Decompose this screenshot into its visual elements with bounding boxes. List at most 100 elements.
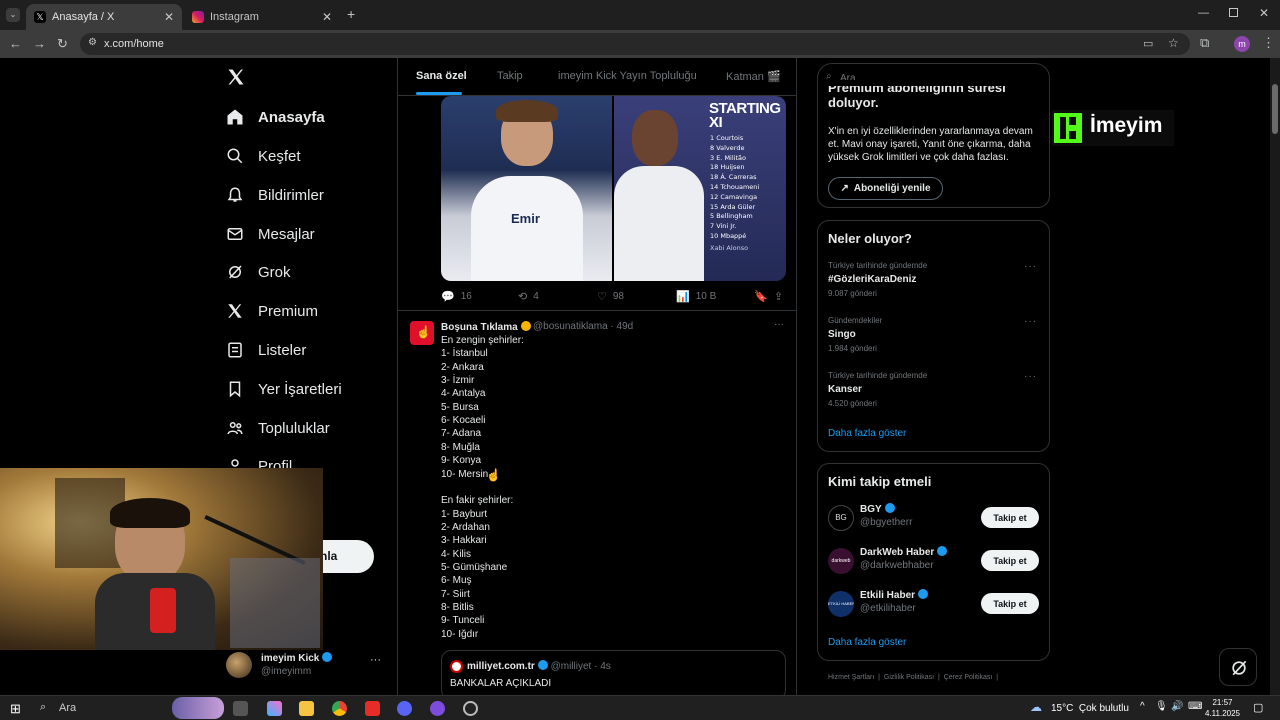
trend-topic: #GözleriKaraDeniz: [828, 274, 917, 285]
nav-premium[interactable]: Premium: [226, 297, 318, 325]
taskbar-search-icon[interactable]: ⌕: [40, 701, 46, 714]
tab-for-you[interactable]: Sana özel: [416, 70, 467, 82]
start-icon[interactable]: ⊞: [10, 701, 21, 717]
tweet-media[interactable]: Emir STARTING XI 1 Courtois 8 Valverde 3…: [441, 96, 786, 281]
tweet-text-line: En fakir şehirler:: [441, 495, 514, 507]
tray-chevron-icon[interactable]: ^: [1140, 701, 1145, 712]
nav-lists[interactable]: Listeler: [226, 336, 306, 364]
tab-following[interactable]: Takip: [497, 70, 523, 82]
trend-item[interactable]: Türkiye tarihinde gündemde #GözleriKaraD…: [818, 259, 1049, 309]
discord-icon[interactable]: [397, 701, 412, 716]
close-window-button[interactable]: ✕: [1259, 6, 1269, 20]
bookmark-action[interactable]: 🔖: [754, 290, 774, 303]
back-icon[interactable]: ←: [9, 36, 22, 51]
browser-tab-x[interactable]: 𝕏 Anasayfa / X ✕: [26, 4, 182, 30]
footer-link[interactable]: Hizmet Şartları: [828, 674, 874, 681]
close-icon[interactable]: ✕: [322, 10, 332, 24]
like-action[interactable]: ♡ 98: [597, 290, 624, 303]
site-info-icon[interactable]: ⚙: [88, 37, 97, 48]
restore-button[interactable]: [1229, 8, 1238, 17]
nav-communities[interactable]: Topluluklar: [226, 414, 330, 442]
repost-action[interactable]: ⟲ 4: [518, 290, 539, 303]
page-scrollbar[interactable]: [1270, 58, 1280, 695]
trends-show-more-link[interactable]: Daha fazla göster: [828, 428, 906, 439]
renew-subscription-button[interactable]: ↗ Aboneliği yenile: [828, 177, 943, 200]
more-icon[interactable]: ···: [774, 319, 784, 330]
copilot-icon[interactable]: [267, 701, 282, 716]
tweet-author[interactable]: Boşuna Tıklama: [441, 321, 531, 333]
x-favicon-icon: 𝕏: [34, 11, 46, 23]
nav-explore[interactable]: Keşfet: [226, 142, 301, 170]
reload-icon[interactable]: ↻: [57, 36, 68, 52]
quote-handle: @milliyet: [550, 661, 592, 672]
quote-time: · 4s: [594, 661, 611, 672]
follow-button[interactable]: Takip et: [981, 507, 1039, 528]
who-to-follow-show-more-link[interactable]: Daha fazla göster: [828, 637, 906, 648]
grok-floating-button[interactable]: [1219, 648, 1257, 686]
avatar: BG: [828, 505, 854, 531]
account-switcher[interactable]: imeyim Kick @imeyimm ···: [226, 650, 386, 684]
clock[interactable]: 21:57 4.11.2025: [1205, 697, 1240, 719]
tweet[interactable]: ☝ Boşuna Tıklama @bosunatiklama · 49d ··…: [398, 313, 796, 695]
follow-button[interactable]: Takip et: [981, 593, 1039, 614]
pointer-hand-icon: ☝: [416, 325, 431, 339]
keyboard-icon[interactable]: ⌨: [1188, 701, 1202, 712]
follow-button[interactable]: Takip et: [981, 550, 1039, 571]
scrollbar-thumb[interactable]: [1272, 84, 1278, 134]
tab-katman[interactable]: Katman 🎬: [726, 70, 781, 83]
forward-icon[interactable]: →: [33, 36, 46, 51]
new-tab-button[interactable]: +: [347, 6, 355, 22]
follow-suggestion[interactable]: darkweb DarkWeb Haber @darkwebhaber Taki…: [818, 543, 1049, 579]
nav-notifications[interactable]: Bildirimler: [226, 181, 324, 209]
follow-suggestion[interactable]: ETKİLİ HABER Etkili Haber @etkilihaber T…: [818, 586, 1049, 622]
follow-suggestion[interactable]: BG BGY @bgyetherr Takip et: [818, 500, 1049, 536]
nav-home[interactable]: Anasayfa: [226, 103, 325, 131]
tweet-handle[interactable]: @bosunatiklama · 49d: [533, 321, 633, 332]
minimize-button[interactable]: —: [1198, 7, 1209, 19]
verified-badge-icon: [937, 546, 948, 556]
taskbar-widget-thumbnail[interactable]: [172, 697, 224, 719]
volume-icon[interactable]: 🔊: [1171, 701, 1183, 712]
more-icon[interactable]: ···: [1024, 316, 1037, 327]
menu-icon[interactable]: ⋮: [1262, 35, 1275, 51]
cast-icon[interactable]: ▭: [1143, 37, 1153, 50]
x-logo-icon[interactable]: [226, 67, 246, 87]
footer-link[interactable]: Çerez Politikası: [944, 674, 993, 681]
instagram-favicon-icon: [192, 11, 204, 23]
extensions-icon[interactable]: ⧉: [1200, 35, 1209, 51]
trend-item[interactable]: Türkiye tarihinde gündemde Kanser 4.520 …: [818, 369, 1049, 419]
more-icon[interactable]: ···: [1024, 371, 1037, 382]
more-icon[interactable]: ···: [370, 654, 381, 666]
app-icon[interactable]: [430, 701, 445, 716]
nav-messages[interactable]: Mesajlar: [226, 220, 315, 248]
notifications-icon[interactable]: ▢: [1253, 701, 1263, 714]
tab-search-button[interactable]: ⌄: [6, 8, 20, 22]
bookmark-star-icon[interactable]: ☆: [1168, 36, 1179, 50]
nav-grok[interactable]: Grok: [226, 258, 291, 286]
app-icon[interactable]: [365, 701, 380, 716]
tab-community[interactable]: imeyim Kick Yayın Topluluğu: [558, 70, 697, 82]
nav-bookmarks[interactable]: Yer İşaretleri: [226, 375, 342, 403]
more-icon[interactable]: ···: [1024, 261, 1037, 272]
taskbar-search-label[interactable]: Ara: [59, 702, 76, 714]
browser-tab-instagram[interactable]: Instagram ✕: [184, 4, 340, 30]
profile-avatar[interactable]: m: [1234, 36, 1250, 52]
footer-link[interactable]: Gizlilik Politikası: [884, 674, 934, 681]
trend-item[interactable]: Gündemdekiler Singo 1.984 gönderi ···: [818, 314, 1049, 364]
reply-action[interactable]: 💬 16: [441, 290, 472, 303]
weather-text[interactable]: 15°C Çok bulutlu: [1051, 703, 1129, 714]
share-action[interactable]: ⇪: [774, 290, 789, 303]
obs-icon[interactable]: [463, 701, 478, 716]
quoted-tweet[interactable]: milliyet.com.tr @milliyet · 4s BANKALAR …: [441, 650, 786, 695]
chrome-icon[interactable]: [332, 701, 347, 716]
task-view-icon[interactable]: [233, 701, 248, 716]
browser-toolbar: ← → ↻ ⚙ x.com/home ▭ ☆ ⧉ m ⋮: [0, 30, 1280, 58]
tweet-text-line: En zengin şehirler:: [441, 335, 524, 346]
suggestion-handle: @bgyetherr: [860, 517, 913, 528]
mic-icon[interactable]: 🎙: [1155, 701, 1168, 712]
address-bar[interactable]: ⚙ x.com/home ▭ ☆: [80, 33, 1190, 55]
close-icon[interactable]: ✕: [164, 10, 174, 24]
views-action[interactable]: 📊 10 B: [676, 290, 716, 303]
file-explorer-icon[interactable]: [299, 701, 314, 716]
suggestion-name: DarkWeb Haber: [860, 546, 948, 558]
